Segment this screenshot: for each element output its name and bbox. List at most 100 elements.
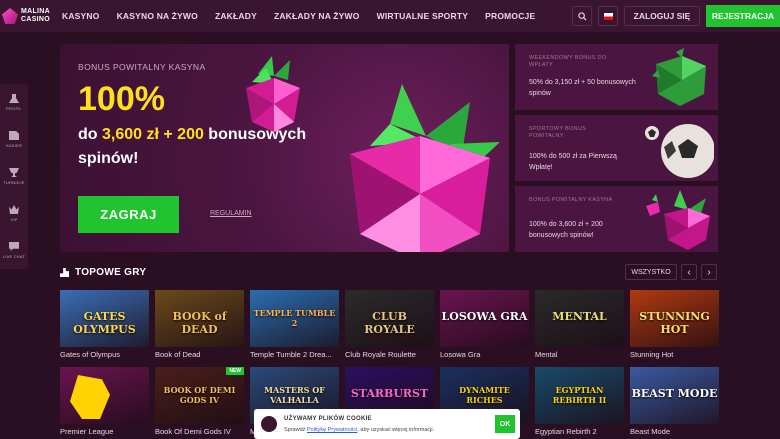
game-thumbnail[interactable]: BOOK of DEAD	[155, 290, 244, 347]
game-thumbnail[interactable]: EGYPTIAN REBIRTH II	[535, 367, 624, 424]
promo-text: 50% do 3,150 zł + 50 bonusowych spinów	[529, 79, 636, 97]
promo-card-weekend-bonus[interactable]: WEEKENDOWY BONUS DO WPŁATY 50% do 3,150 …	[515, 44, 718, 110]
game-thumbnail[interactable]: MENTAL	[535, 290, 624, 347]
game-name: Mental	[535, 350, 558, 359]
casino-logo[interactable]: MALINA CASINO	[0, 0, 62, 32]
game-name: Book of Dead	[155, 350, 201, 359]
raspberry-gem-icon	[646, 190, 710, 250]
game-name: Gates of Olympus	[60, 350, 121, 359]
nav-item-zaklady[interactable]: ZAKŁADY	[215, 11, 257, 21]
game-name: Temple Tumble 2 Drea...	[250, 350, 332, 359]
language-button[interactable]	[598, 6, 618, 26]
game-tile[interactable]: TEMPLE TUMBLE 2 Temple Tumble 2 Drea...	[250, 290, 339, 359]
login-button[interactable]: ZALOGUJ SIĘ	[624, 6, 700, 26]
game-tile[interactable]: Premier League	[60, 367, 149, 436]
search-icon	[577, 11, 587, 21]
game-thumbnail[interactable]: BEAST MODE	[630, 367, 719, 424]
cookie-banner: UŻYWAMY PLIKÓW COOKIE Sprawdź Politykę P…	[254, 409, 520, 439]
game-tile[interactable]: CLUB ROYALE Club Royale Roulette	[345, 290, 434, 359]
new-badge: NEW	[226, 367, 244, 375]
game-art-title: DYNAMITE RICHES	[459, 385, 510, 405]
promo-text: 100% do 3,600 zł + 200 bonusowych spinów…	[529, 221, 603, 239]
game-tile[interactable]: LOSOWA GRA Losowa Gra	[440, 290, 529, 359]
nav-item-wirtualne-sporty[interactable]: WIRTUALNE SPORTY	[377, 11, 469, 21]
game-art-title: BOOK of DEAD	[172, 310, 227, 336]
game-name: Premier League	[60, 427, 114, 436]
game-art-title: LOSOWA GRA	[441, 310, 528, 323]
game-art-title: STUNNING HOT	[639, 310, 710, 336]
game-art-title: EGYPTIAN REBIRTH II	[552, 385, 607, 405]
game-name: Egyptian Rebirth 2	[535, 427, 597, 436]
nav-item-kasyno[interactable]: KASYNO	[62, 11, 100, 21]
rail-item-vip[interactable]: VIP	[0, 195, 28, 232]
logo-text-line1: MALINA	[21, 8, 51, 15]
podium-icon	[60, 268, 69, 277]
game-name: Book Of Demi Gods IV	[155, 427, 231, 436]
cookie-description: Sprawdź Politykę Prywatności, aby uzyska…	[284, 427, 435, 433]
cookie-icon	[261, 416, 277, 432]
game-thumbnail[interactable]: BOOK OF DEMI GODS IV NEW	[155, 367, 244, 424]
game-art-title: MASTERS OF VALHALLA	[264, 385, 325, 405]
search-button[interactable]	[572, 6, 592, 26]
game-thumbnail[interactable]: LOSOWA GRA	[440, 290, 529, 347]
nav-item-kasyno-na-zywo[interactable]: KASYNO NA ŻYWO	[117, 11, 198, 21]
play-button[interactable]: ZAGRAJ	[78, 196, 179, 233]
crown-icon	[9, 205, 19, 214]
watermelon-icon	[652, 48, 706, 106]
game-thumbnail[interactable]: CLUB ROYALE	[345, 290, 434, 347]
logo-text-line2: CASINO	[21, 16, 51, 23]
game-tile[interactable]: EGYPTIAN REBIRTH II Egyptian Rebirth 2	[535, 367, 624, 436]
carousel-next-button[interactable]: ›	[701, 264, 717, 280]
rail-item-kasier[interactable]: KASIER	[0, 121, 28, 158]
game-art-title: CLUB ROYALE	[364, 310, 415, 336]
hero-offer-line2: spinów!	[78, 150, 139, 167]
game-thumbnail[interactable]	[60, 367, 149, 424]
terms-link[interactable]: REGULAMIN	[210, 210, 252, 217]
game-thumbnail[interactable]: TEMPLE TUMBLE 2	[250, 290, 339, 347]
promo-kicker: WEEKENDOWY BONUS DO WPŁATY	[529, 55, 607, 68]
game-thumbnail[interactable]: STUNNING HOT	[630, 290, 719, 347]
football-icon	[645, 124, 714, 178]
nav-item-promocje[interactable]: PROMOCJE	[485, 11, 535, 21]
privacy-policy-link[interactable]: Politykę Prywatności	[307, 427, 357, 433]
raspberry-logo-icon	[2, 8, 18, 24]
game-tile[interactable]: BOOK OF DEMI GODS IV NEW Book Of Demi Gods…	[155, 367, 244, 436]
game-art-title: STARBURST	[350, 387, 429, 400]
rail-item-profil[interactable]: PROFIL	[0, 84, 28, 121]
raspberry-gem-small-icon	[246, 56, 300, 132]
trophy-icon	[9, 168, 19, 177]
cookie-accept-button[interactable]: OK	[495, 415, 515, 433]
cashier-icon	[9, 131, 19, 140]
game-tile[interactable]: BEAST MODE Beast Mode	[630, 367, 719, 436]
game-art-title: GATES OLYMPUS	[73, 310, 136, 336]
game-tile[interactable]: STUNNING HOT Stunning Hot	[630, 290, 719, 359]
rail-item-turnieje[interactable]: TURNIEJE	[0, 158, 28, 195]
game-tile[interactable]: BOOK of DEAD Book of Dead	[155, 290, 244, 359]
rail-item-live-chat[interactable]: LIVE CHAT	[0, 232, 28, 269]
promo-kicker: BONUS POWITALNY KASYNA	[529, 197, 613, 203]
side-rail: PROFIL KASIER TURNIEJE VIP LIVE CHAT	[0, 84, 28, 269]
register-button[interactable]: REJESTRACJA	[706, 5, 780, 27]
game-art-title: BOOK OF DEMI GODS IV	[163, 385, 236, 405]
hero-banner[interactable]: BONUS POWITALNY KASYNA 100% do 3,600 zł …	[60, 44, 509, 252]
section-title: TOPOWE GRY	[60, 267, 146, 278]
promo-text: 100% do 500 zł za Pierwszą Wpłatę!	[529, 153, 617, 171]
raspberry-gem-large-icon	[350, 84, 500, 252]
top-navigation: MALINA CASINO KASYNO KASYNO NA ŻYWO ZAKŁ…	[0, 0, 780, 32]
game-tile[interactable]: MENTAL Mental	[535, 290, 624, 359]
view-all-button[interactable]: WSZYSTKO	[625, 264, 677, 280]
game-tile[interactable]: GATES OLYMPUS Gates of Olympus	[60, 290, 149, 359]
game-name: Losowa Gra	[440, 350, 481, 359]
promo-card-sport-bonus[interactable]: SPORTOWY BONUS POWITALNY 100% do 500 zł …	[515, 115, 718, 181]
game-art-title: BEAST MODE	[631, 387, 718, 400]
game-art-title: TEMPLE TUMBLE 2	[253, 308, 336, 328]
carousel-prev-button[interactable]: ‹	[681, 264, 697, 280]
game-thumbnail[interactable]: GATES OLYMPUS	[60, 290, 149, 347]
premier-league-lion-icon	[70, 375, 110, 419]
user-icon	[9, 94, 19, 103]
hero-kicker: BONUS POWITALNY KASYNA	[78, 62, 206, 72]
promo-kicker: SPORTOWY BONUS POWITALNY	[529, 126, 587, 139]
promo-card-casino-bonus[interactable]: BONUS POWITALNY KASYNA 100% do 3,600 zł …	[515, 186, 718, 252]
game-name: Beast Mode	[630, 427, 671, 436]
nav-item-zaklady-na-zywo[interactable]: ZAKŁADY NA ŻYWO	[274, 11, 360, 21]
